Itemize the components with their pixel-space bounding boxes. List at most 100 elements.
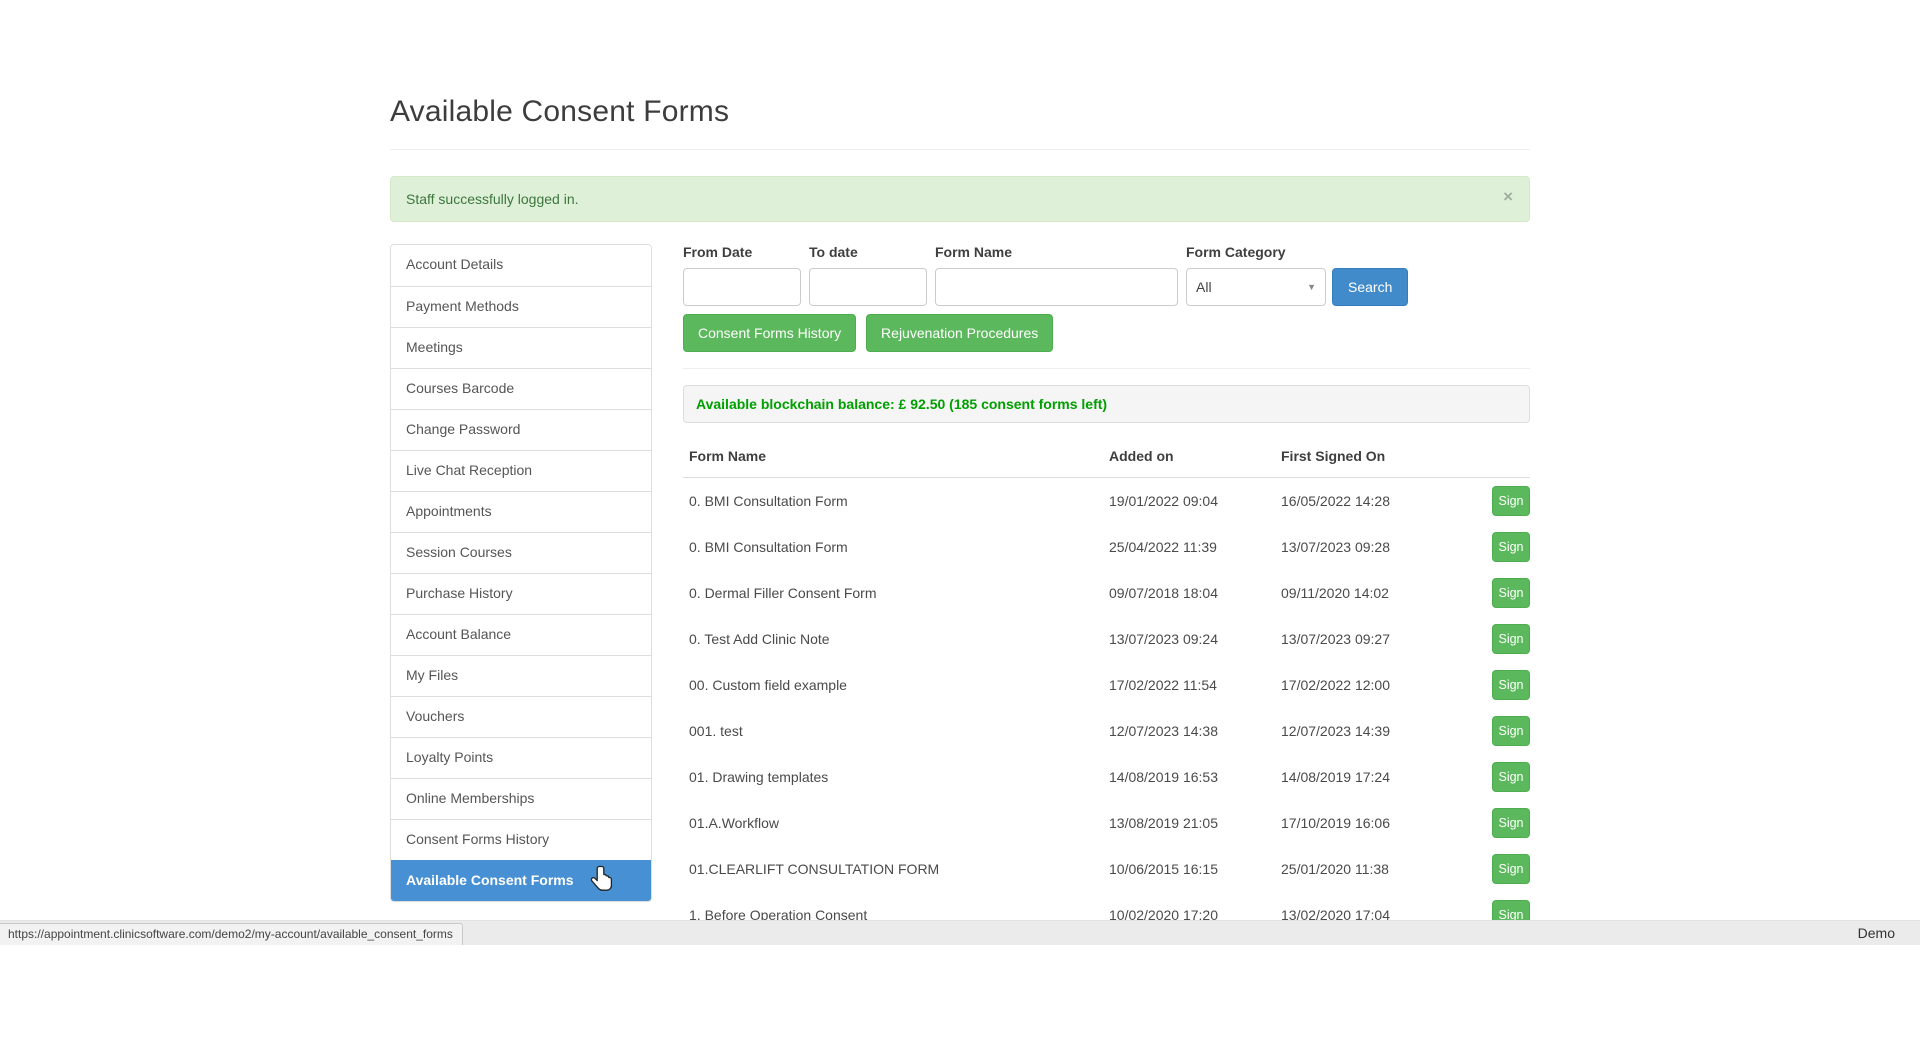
cell-form-name: 0. BMI Consultation Form [683, 539, 1109, 555]
cell-form-name: 0. BMI Consultation Form [683, 493, 1109, 509]
cell-first-signed-on: 25/01/2020 11:38 [1281, 861, 1484, 877]
sidebar-item-consent-forms-history[interactable]: Consent Forms History [391, 819, 651, 860]
page-title: Available Consent Forms [390, 95, 1530, 129]
sidebar-item-courses-barcode[interactable]: Courses Barcode [391, 368, 651, 409]
consent-forms-history-button[interactable]: Consent Forms History [683, 314, 856, 352]
table-row: 01.A.Workflow 13/08/2019 21:05 17/10/201… [683, 800, 1530, 846]
cell-first-signed-on: 14/08/2019 17:24 [1281, 769, 1484, 785]
sidebar-item-label: Live Chat Reception [406, 462, 532, 478]
cell-added-on: 17/02/2022 11:54 [1109, 677, 1281, 693]
sidebar-item-label: Available Consent Forms [406, 872, 574, 888]
cell-added-on: 25/04/2022 11:39 [1109, 539, 1281, 555]
hand-cursor-icon [591, 865, 614, 897]
sign-button[interactable]: Sign [1492, 486, 1530, 516]
sidebar-item-label: Courses Barcode [406, 380, 514, 396]
sidebar-item-account-balance[interactable]: Account Balance [391, 614, 651, 655]
sidebar-item-live-chat-reception[interactable]: Live Chat Reception [391, 450, 651, 491]
sidebar-item-session-courses[interactable]: Session Courses [391, 532, 651, 573]
form-category-group: Form Category All ▼ [1186, 244, 1326, 306]
sidebar-item-label: Vouchers [406, 708, 464, 724]
sign-button[interactable]: Sign [1492, 578, 1530, 608]
form-name-group: Form Name [935, 244, 1178, 306]
sidebar-item-label: Purchase History [406, 585, 513, 601]
cell-first-signed-on: 09/11/2020 14:02 [1281, 585, 1484, 601]
section-divider [683, 368, 1530, 369]
header-first-signed-on: First Signed On [1281, 448, 1484, 464]
form-category-selected-value: All [1196, 279, 1212, 295]
cell-first-signed-on: 17/02/2022 12:00 [1281, 677, 1484, 693]
account-sidebar: Account Details Payment Methods Meetings… [390, 244, 652, 902]
form-category-label: Form Category [1186, 244, 1326, 260]
cell-added-on: 10/06/2015 16:15 [1109, 861, 1281, 877]
cell-added-on: 14/08/2019 16:53 [1109, 769, 1281, 785]
sign-button[interactable]: Sign [1492, 808, 1530, 838]
from-date-input[interactable] [683, 268, 801, 306]
sidebar-item-label: Change Password [406, 421, 520, 437]
sidebar-item-my-files[interactable]: My Files [391, 655, 651, 696]
cell-added-on: 12/07/2023 14:38 [1109, 723, 1281, 739]
cell-first-signed-on: 13/07/2023 09:28 [1281, 539, 1484, 555]
table-row: 0. Test Add Clinic Note 13/07/2023 09:24… [683, 616, 1530, 662]
sign-button[interactable]: Sign [1492, 670, 1530, 700]
cell-form-name: 01.CLEARLIFT CONSULTATION FORM [683, 861, 1109, 877]
sidebar-item-vouchers[interactable]: Vouchers [391, 696, 651, 737]
sidebar-item-label: Account Details [406, 256, 503, 272]
success-alert: Staff successfully logged in. × [390, 176, 1530, 222]
sidebar-item-change-password[interactable]: Change Password [391, 409, 651, 450]
to-date-input[interactable] [809, 268, 927, 306]
sign-button[interactable]: Sign [1492, 854, 1530, 884]
rejuvenation-procedures-button[interactable]: Rejuvenation Procedures [866, 314, 1053, 352]
table-row: 0. Dermal Filler Consent Form 09/07/2018… [683, 570, 1530, 616]
sidebar-item-loyalty-points[interactable]: Loyalty Points [391, 737, 651, 778]
cell-form-name: 0. Test Add Clinic Note [683, 631, 1109, 647]
cell-form-name: 01. Drawing templates [683, 769, 1109, 785]
filter-bar: From Date To date Form Name Form Categor… [683, 244, 1530, 306]
cell-added-on: 13/07/2023 09:24 [1109, 631, 1281, 647]
form-name-input[interactable] [935, 268, 1178, 306]
sidebar-item-label: Meetings [406, 339, 463, 355]
cell-form-name: 0. Dermal Filler Consent Form [683, 585, 1109, 601]
cell-form-name: 00. Custom field example [683, 677, 1109, 693]
forms-table-header: Form Name Added on First Signed On [683, 439, 1530, 478]
cell-added-on: 19/01/2022 09:04 [1109, 493, 1281, 509]
header-form-name: Form Name [683, 448, 1109, 464]
table-row: 0. BMI Consultation Form 19/01/2022 09:0… [683, 478, 1530, 524]
sidebar-item-label: Payment Methods [406, 298, 519, 314]
forms-table-body: 0. BMI Consultation Form 19/01/2022 09:0… [683, 478, 1530, 938]
sidebar-item-online-memberships[interactable]: Online Memberships [391, 778, 651, 819]
sign-button[interactable]: Sign [1492, 624, 1530, 654]
sign-button[interactable]: Sign [1492, 716, 1530, 746]
sidebar-item-label: Appointments [406, 503, 492, 519]
table-row: 01.CLEARLIFT CONSULTATION FORM 10/06/201… [683, 846, 1530, 892]
cell-form-name: 01.A.Workflow [683, 815, 1109, 831]
form-category-select[interactable]: All ▼ [1186, 268, 1326, 306]
cell-first-signed-on: 16/05/2022 14:28 [1281, 493, 1484, 509]
search-button[interactable]: Search [1332, 268, 1408, 306]
from-date-group: From Date [683, 244, 801, 306]
actions-row: Consent Forms History Rejuvenation Proce… [683, 314, 1530, 352]
from-date-label: From Date [683, 244, 801, 260]
sidebar-item-account-details[interactable]: Account Details [391, 245, 651, 286]
sidebar-item-meetings[interactable]: Meetings [391, 327, 651, 368]
sign-button[interactable]: Sign [1492, 762, 1530, 792]
sidebar-item-label: My Files [406, 667, 458, 683]
sidebar-item-purchase-history[interactable]: Purchase History [391, 573, 651, 614]
sidebar-item-label: Account Balance [406, 626, 511, 642]
sidebar-menu: Account Details Payment Methods Meetings… [390, 244, 652, 902]
main-panel: From Date To date Form Name Form Categor… [683, 244, 1530, 938]
title-divider [390, 149, 1530, 150]
sidebar-item-available-consent-forms[interactable]: Available Consent Forms [391, 860, 651, 901]
sign-button[interactable]: Sign [1492, 532, 1530, 562]
table-row: 01. Drawing templates 14/08/2019 16:53 1… [683, 754, 1530, 800]
sidebar-item-label: Loyalty Points [406, 749, 493, 765]
sidebar-item-label: Session Courses [406, 544, 512, 560]
to-date-group: To date [809, 244, 927, 306]
sidebar-item-appointments[interactable]: Appointments [391, 491, 651, 532]
forms-table: Form Name Added on First Signed On 0. BM… [683, 439, 1530, 938]
table-row: 001. test 12/07/2023 14:38 12/07/2023 14… [683, 708, 1530, 754]
cell-added-on: 13/08/2019 21:05 [1109, 815, 1281, 831]
chevron-down-icon: ▼ [1307, 282, 1316, 292]
sidebar-item-label: Consent Forms History [406, 831, 549, 847]
close-icon[interactable]: × [1503, 188, 1513, 205]
sidebar-item-payment-methods[interactable]: Payment Methods [391, 286, 651, 327]
